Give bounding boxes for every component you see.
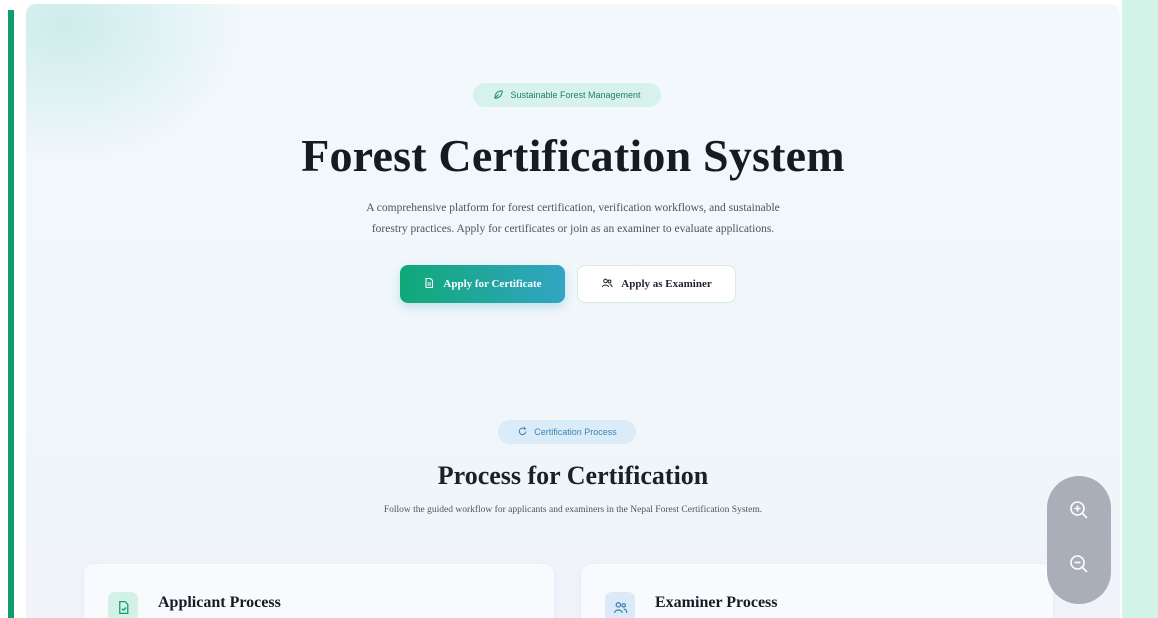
process-description: Follow the guided workflow for applicant… (383, 505, 763, 515)
hero-badge-label: Sustainable Forest Management (510, 90, 641, 100)
landing-page: Sustainable Forest Management Forest Cer… (26, 4, 1120, 618)
applicant-process-title: Applicant Process (158, 594, 281, 611)
hero-badge: Sustainable Forest Management (473, 83, 661, 107)
hero-description-line-2: forestry practices. Apply for certificat… (371, 223, 775, 235)
hero-title: Forest Certification System (301, 130, 845, 181)
refresh-icon (517, 426, 528, 439)
hero-description: A comprehensive platform for forest cert… (26, 198, 1120, 240)
zoom-controls (1047, 476, 1111, 604)
users-icon (605, 592, 635, 618)
right-side-strip (1122, 0, 1158, 618)
file-check-icon (108, 592, 138, 618)
process-title: Process for Certification (437, 461, 709, 490)
apply-examiner-button[interactable]: Apply as Examiner (577, 265, 736, 303)
hero-description-line-1: A comprehensive platform for forest cert… (366, 202, 780, 214)
process-badge-label: Certification Process (534, 427, 617, 437)
zoom-in-button[interactable] (1063, 496, 1095, 528)
examiner-process-card[interactable]: Examiner Process (581, 564, 1053, 618)
zoom-in-icon (1068, 499, 1090, 526)
left-accent-bar (8, 10, 14, 618)
process-badge: Certification Process (498, 420, 636, 444)
applicant-process-card[interactable]: Applicant Process (84, 564, 554, 618)
apply-certificate-label: Apply for Certificate (443, 278, 542, 290)
user-group-icon (601, 277, 613, 292)
zoom-out-button[interactable] (1063, 550, 1095, 582)
examiner-process-title: Examiner Process (655, 594, 778, 611)
apply-examiner-label: Apply as Examiner (621, 278, 712, 290)
document-icon (423, 277, 435, 292)
zoom-out-icon (1068, 553, 1090, 580)
leaf-icon (493, 89, 504, 102)
apply-certificate-button[interactable]: Apply for Certificate (400, 265, 565, 303)
